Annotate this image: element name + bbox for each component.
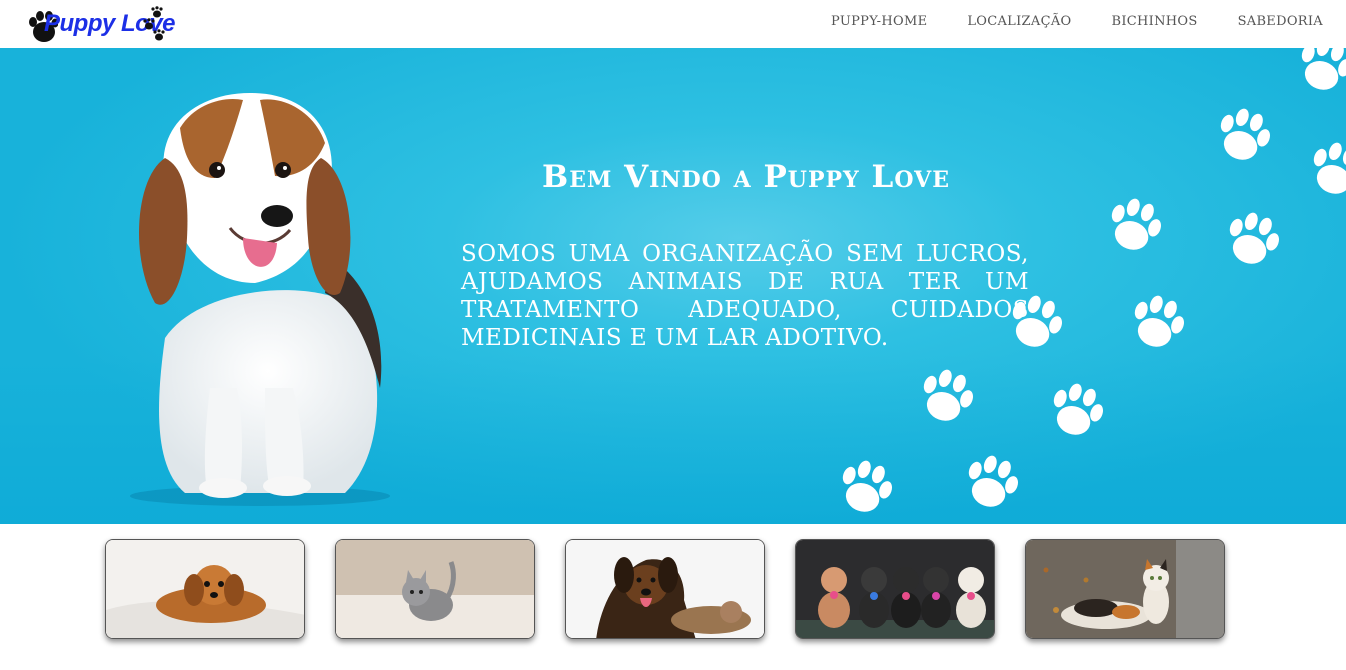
beagle-puppy-image — [130, 93, 390, 506]
gallery-thumb-dog-and-cat[interactable] — [565, 539, 765, 639]
nav-link-puppy-home[interactable]: PUPPY-HOME — [831, 14, 927, 29]
animal-gallery — [105, 539, 1225, 639]
hero-banner: Bem Vindo a Puppy Love Somos uma organiz… — [0, 48, 1346, 524]
puppy-love-logo[interactable]: Puppy Love — [28, 6, 176, 46]
gallery-thumb-puppies-with-bows[interactable] — [795, 539, 995, 639]
gallery-thumb-puppy-on-bed[interactable] — [105, 539, 305, 639]
gallery-thumb-calico-cat[interactable] — [1025, 539, 1225, 639]
nav-link-localizacao[interactable]: LOCALIZAÇÃO — [967, 14, 1071, 29]
nav-link-sabedoria[interactable]: SABEDORIA — [1238, 14, 1323, 29]
gallery-thumb-gray-kitten[interactable] — [335, 539, 535, 639]
puppies-with-bows-photo — [796, 540, 994, 638]
nav-link-bichinhos[interactable]: BICHINHOS — [1111, 14, 1197, 29]
paws-icon — [143, 6, 165, 41]
puppy-on-bed-photo — [106, 540, 304, 638]
calico-cat-photo — [1026, 540, 1224, 638]
hero-title: Bem Vindo a Puppy Love — [542, 159, 950, 195]
hero-description: Somos uma organização sem lucros, ajudam… — [461, 241, 1029, 351]
dog-and-cat-photo — [566, 540, 764, 638]
main-nav: PUPPY-HOME LOCALIZAÇÃO BICHINHOS SABEDOR… — [831, 14, 1323, 29]
top-navbar: Puppy Love PUPPY-HOME LOCALIZAÇÃO BICHIN… — [0, 0, 1346, 48]
gray-kitten-photo — [336, 540, 534, 638]
